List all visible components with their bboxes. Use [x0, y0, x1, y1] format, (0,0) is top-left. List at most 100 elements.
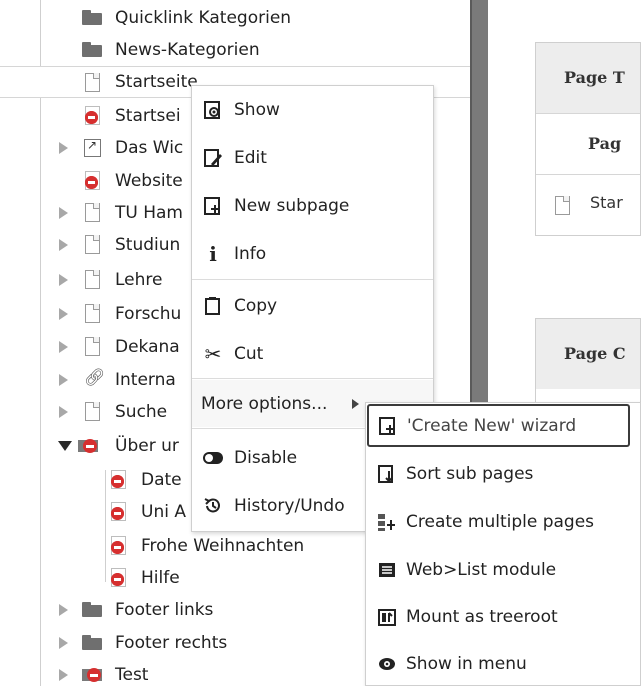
page-hidden-icon — [108, 535, 128, 555]
folder-icon — [82, 633, 102, 653]
menu-item-label: More options... — [201, 393, 328, 414]
tree-item-label: Website — [115, 171, 183, 191]
menu-item-new-subpage[interactable]: New subpage — [192, 182, 433, 229]
page-hidden-icon — [82, 170, 102, 190]
menu-item-label: 'Create New' wizard — [407, 415, 577, 436]
tree-item-label: Dekana — [115, 337, 180, 357]
menu-item-label: Show in menu — [406, 653, 527, 674]
folder-hidden-icon — [82, 664, 102, 684]
mount-icon — [376, 606, 398, 628]
expand-icon[interactable] — [56, 238, 70, 252]
menu-item-cut[interactable]: ✂ Cut — [192, 330, 433, 377]
page-icon — [82, 269, 102, 289]
tree-item-label: Suche — [115, 402, 168, 422]
page-icon — [82, 401, 102, 421]
expand-icon[interactable] — [56, 307, 70, 321]
page-icon — [552, 195, 572, 215]
menu-item-edit[interactable]: Edit — [192, 134, 433, 181]
more-options-submenu: 'Create New' wizard Sort sub pages Creat… — [365, 402, 641, 686]
tree-item-label: Startseite — [115, 72, 198, 92]
shortcut-icon — [82, 137, 102, 157]
menu-item-copy[interactable]: Copy — [192, 282, 433, 329]
folder-icon — [82, 8, 102, 28]
toggle-icon — [202, 447, 224, 469]
page-icon — [82, 234, 102, 254]
edit-icon — [202, 147, 224, 169]
menu-item-label: Edit — [234, 147, 267, 168]
folder-icon — [82, 40, 102, 60]
page-hidden-icon — [108, 469, 128, 489]
tree-item-label: Footer rechts — [115, 633, 228, 653]
tree-item-label: Forschu — [115, 304, 182, 324]
menu-item-label: Disable — [234, 447, 298, 468]
expand-icon[interactable] — [56, 405, 70, 419]
table-row[interactable]: Star — [536, 175, 640, 233]
folder-hidden-icon — [78, 435, 98, 455]
expand-icon[interactable] — [56, 603, 70, 617]
menu-item-sort-sub-pages[interactable]: Sort sub pages — [366, 450, 640, 497]
menu-item-label: Cut — [234, 343, 264, 364]
show-icon — [202, 99, 224, 121]
expand-icon[interactable] — [56, 340, 70, 354]
page-hidden-icon — [82, 105, 102, 125]
submenu-arrow-icon — [352, 399, 359, 409]
new-subpage-icon — [202, 195, 224, 217]
expand-icon[interactable] — [56, 668, 70, 682]
expand-icon[interactable] — [56, 141, 70, 155]
menu-item-mount-as-treeroot[interactable]: Mount as treeroot — [366, 593, 640, 640]
table-cell: Star — [590, 193, 623, 212]
tree-item-label: Hilfe — [141, 568, 180, 588]
menu-item-label: Show — [234, 99, 280, 120]
copy-icon — [202, 295, 224, 317]
menu-item-create-new-wizard[interactable]: 'Create New' wizard — [367, 404, 630, 447]
collapse-icon[interactable] — [58, 439, 72, 453]
menu-item-label: Web>List module — [406, 559, 557, 580]
menu-item-show[interactable]: Show — [192, 86, 433, 133]
tree-item-label: Uni A — [141, 502, 186, 522]
eye-icon — [376, 653, 398, 675]
tree-item-label: Lehre — [115, 270, 163, 290]
menu-item-label: New subpage — [234, 195, 350, 216]
page-translations-box: Page T Pag Star — [535, 42, 641, 236]
expand-icon[interactable] — [56, 273, 70, 287]
page-icon — [82, 336, 102, 356]
scissors-icon: ✂ — [204, 341, 222, 366]
menu-item-info[interactable]: i Info — [192, 230, 433, 277]
tree-item-label: Interna — [115, 370, 176, 390]
tree-item-label: Studiun — [115, 235, 181, 255]
column-header: Pag — [588, 134, 622, 153]
page-hidden-icon — [108, 501, 128, 521]
tree-item-label: Test — [115, 665, 149, 685]
folder-icon — [82, 600, 102, 620]
menu-item-web-list-module[interactable]: Web>List module — [366, 546, 640, 593]
box-header: Page T — [536, 43, 640, 113]
page-icon — [82, 303, 102, 323]
tree-item-label: Date — [141, 470, 182, 490]
expand-icon[interactable] — [56, 636, 70, 650]
history-icon — [202, 495, 224, 517]
menu-separator — [192, 378, 433, 379]
menu-item-show-in-menu[interactable]: Show in menu — [366, 640, 640, 686]
tree-item-label: TU Ham — [115, 203, 183, 223]
page-icon — [82, 202, 102, 222]
menu-separator — [192, 279, 433, 280]
menu-item-label: Sort sub pages — [406, 463, 534, 484]
tree-item-quicklink-kategorien[interactable]: Quicklink Kategorien — [0, 2, 470, 34]
menu-item-create-multiple-pages[interactable]: Create multiple pages — [366, 498, 640, 545]
expand-icon[interactable] — [56, 373, 70, 387]
menu-item-label: Create multiple pages — [406, 511, 595, 532]
tree-item-news-kategorien[interactable]: News-Kategorien — [0, 34, 470, 66]
link-icon: 🔗︎ — [84, 368, 106, 388]
expand-icon[interactable] — [56, 206, 70, 220]
tree-item-label: Über ur — [115, 436, 179, 456]
page-icon — [82, 72, 102, 92]
menu-item-label: Copy — [234, 295, 278, 316]
page-content-box: Page C — [535, 318, 641, 408]
info-icon: i — [209, 241, 217, 266]
tree-item-label: Quicklink Kategorien — [115, 8, 292, 28]
menu-item-label: Info — [234, 243, 267, 264]
tree-item-label: Frohe Weihnachten — [141, 536, 305, 556]
tree-item-label: Startsei — [115, 106, 181, 126]
wizard-icon — [377, 415, 399, 437]
multiple-pages-icon — [376, 511, 398, 533]
